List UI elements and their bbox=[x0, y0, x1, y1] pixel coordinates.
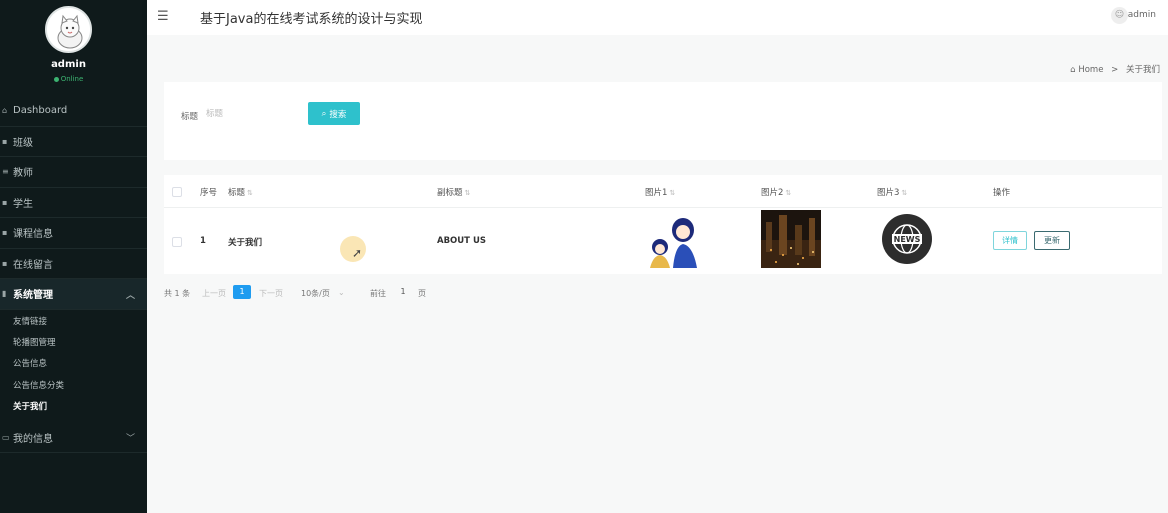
card-icon: ▭ bbox=[2, 432, 10, 442]
sidebar-item-system[interactable]: ▮ 系统管理 ︿ bbox=[0, 279, 147, 310]
column-header-label: 副标题 bbox=[437, 188, 463, 198]
row-subtitle: ABOUT US bbox=[437, 236, 486, 246]
sidebar-item-label: 班级 bbox=[13, 137, 33, 149]
submenu-item-carousel[interactable]: 轮播图管理 bbox=[0, 333, 147, 354]
breadcrumb: ⌂ Home > 关于我们 bbox=[1070, 63, 1160, 75]
grid-icon: ▪ bbox=[2, 136, 8, 146]
next-page-button[interactable]: 下一页 bbox=[259, 288, 283, 299]
sidebar: admin Online ⌂ Dashboard ▪ 班级 ≡ 教师 ▪ 学生 … bbox=[0, 0, 147, 513]
page-unit-label: 页 bbox=[418, 289, 426, 298]
chevron-down-icon: ﹀ bbox=[125, 434, 135, 445]
column-header-image3[interactable]: 图片3 ⇅ bbox=[877, 186, 907, 198]
column-header-label: 图片2 bbox=[761, 188, 784, 198]
grid-icon: ▪ bbox=[2, 228, 8, 238]
home-icon: ⌂ bbox=[2, 106, 8, 116]
top-avatar-icon[interactable]: ☺ bbox=[1111, 7, 1128, 24]
breadcrumb-separator: > bbox=[1111, 65, 1119, 75]
top-bar: ☰ 基于Java的在线考试系统的设计与实现 ☺ admin bbox=[147, 0, 1168, 35]
search-input[interactable] bbox=[206, 104, 301, 122]
sidebar-item-label: 系统管理 bbox=[13, 290, 53, 302]
sidebar-item-course[interactable]: ▪ 课程信息 bbox=[0, 218, 147, 249]
column-header-label: 图片3 bbox=[877, 188, 900, 198]
sidebar-item-my-info[interactable]: ▭ 我的信息 ﹀ bbox=[0, 422, 147, 453]
update-button[interactable]: 更新 bbox=[1034, 231, 1070, 250]
search-button-label: 搜索 bbox=[329, 108, 347, 119]
sidebar-item-student[interactable]: ▪ 学生 bbox=[0, 188, 147, 218]
table-header: 序号 标题 ⇅ 副标题 ⇅ 图片1 ⇅ 图片2 ⇅ 图片3 ⇅ 操作 bbox=[164, 175, 1162, 208]
sort-icon[interactable]: ⇅ bbox=[901, 189, 907, 197]
mouse-cursor-icon: ➚ bbox=[352, 246, 363, 260]
sidebar-item-class[interactable]: ▪ 班级 bbox=[0, 127, 147, 157]
column-header-actions: 操作 bbox=[993, 188, 1011, 198]
row-title: 关于我们 bbox=[228, 238, 263, 248]
home-icon: ⌂ bbox=[1070, 65, 1076, 75]
sidebar-item-teacher[interactable]: ≡ 教师 bbox=[0, 157, 147, 188]
bar-chart-icon: ▮ bbox=[2, 289, 7, 299]
online-dot-icon bbox=[53, 76, 59, 82]
sort-icon[interactable]: ⇅ bbox=[785, 189, 791, 197]
city-night-image[interactable] bbox=[761, 210, 821, 268]
user-icon: ▪ bbox=[2, 197, 8, 207]
sidebar-item-label: 我的信息 bbox=[13, 433, 53, 445]
column-header-index: 序号 bbox=[200, 188, 218, 198]
user-name: admin bbox=[51, 59, 86, 70]
chevron-up-icon: ︿ bbox=[125, 291, 135, 301]
user-avatar bbox=[45, 6, 92, 53]
column-header-image2[interactable]: 图片2 ⇅ bbox=[761, 186, 791, 198]
table-row: 1 关于我们 ABOUT US NEWS 详情 更新 bbox=[164, 208, 1162, 274]
column-header-label: 标题 bbox=[228, 188, 246, 198]
sidebar-item-dashboard[interactable]: ⌂ Dashboard bbox=[0, 96, 147, 127]
sidebar-item-label: 学生 bbox=[13, 198, 33, 210]
sort-icon[interactable]: ⇅ bbox=[465, 189, 471, 197]
goto-label: 前往 bbox=[370, 289, 386, 298]
sidebar-item-message[interactable]: ▪ 在线留言 bbox=[0, 249, 147, 279]
sort-icon[interactable]: ⇅ bbox=[669, 189, 675, 197]
search-button[interactable]: ⌕ 搜索 bbox=[308, 102, 360, 125]
search-label: 标题 bbox=[181, 112, 199, 122]
news-text: NEWS bbox=[894, 235, 921, 244]
user-status-text: Online bbox=[60, 75, 84, 83]
list-icon: ≡ bbox=[2, 167, 9, 177]
user-status: Online bbox=[0, 75, 137, 83]
sidebar-menu: ⌂ Dashboard ▪ 班级 ≡ 教师 ▪ 学生 ▪ 课程信息 ▪ 在线留言… bbox=[0, 96, 147, 453]
page-size-select[interactable]: 10条/页 bbox=[301, 288, 330, 299]
detail-button[interactable]: 详情 bbox=[993, 231, 1027, 250]
goto-page-input[interactable]: 1 bbox=[393, 285, 413, 299]
main-content: ⌂ Home > 关于我们 标题 ⌕ 搜索 序号 标题⇅ 副标题⇅ 图片1⇅ 图… bbox=[147, 35, 1168, 513]
pagination-total: 共 1 条 bbox=[164, 289, 191, 298]
select-all-checkbox[interactable] bbox=[172, 187, 182, 197]
system-submenu: 友情链接 轮播图管理 公告信息 公告信息分类 关于我们 bbox=[0, 310, 147, 423]
message-icon: ▪ bbox=[2, 258, 8, 268]
column-header-title[interactable]: 标题 ⇅ bbox=[228, 186, 253, 198]
sidebar-item-label: 课程信息 bbox=[13, 229, 53, 241]
column-header-label: 图片1 bbox=[645, 188, 668, 198]
sidebar-item-label: Dashboard bbox=[13, 105, 68, 117]
column-header-image1[interactable]: 图片1 ⇅ bbox=[645, 186, 675, 198]
page-number[interactable]: 1 bbox=[233, 285, 251, 299]
news-globe-image[interactable]: NEWS bbox=[877, 210, 937, 268]
breadcrumb-current: 关于我们 bbox=[1125, 65, 1160, 75]
submenu-item-notice[interactable]: 公告信息 bbox=[0, 354, 147, 375]
prev-page-button[interactable]: 上一页 bbox=[202, 288, 226, 299]
top-user-name[interactable]: admin bbox=[1128, 10, 1156, 20]
cat-avatar-icon bbox=[47, 8, 90, 51]
search-panel: 标题 ⌕ 搜索 bbox=[164, 82, 1162, 160]
column-header-subtitle[interactable]: 副标题 ⇅ bbox=[437, 186, 470, 198]
sidebar-item-label: 教师 bbox=[13, 168, 33, 180]
chevron-down-icon[interactable]: ⌄ bbox=[338, 288, 345, 297]
submenu-item-notice-category[interactable]: 公告信息分类 bbox=[0, 376, 147, 397]
cartoon-girls-image[interactable] bbox=[645, 210, 705, 268]
sidebar-item-label: 在线留言 bbox=[13, 259, 53, 271]
search-icon: ⌕ bbox=[321, 108, 327, 118]
data-table: 序号 标题 ⇅ 副标题 ⇅ 图片1 ⇅ 图片2 ⇅ 图片3 ⇅ 操作 1 关于我们 ABO… bbox=[164, 175, 1162, 274]
menu-toggle-icon[interactable]: ☰ bbox=[157, 9, 169, 24]
submenu-item-about[interactable]: 关于我们 bbox=[0, 397, 147, 418]
row-index: 1 bbox=[200, 236, 206, 246]
sort-icon[interactable]: ⇅ bbox=[247, 189, 253, 197]
row-checkbox[interactable] bbox=[172, 237, 182, 247]
submenu-item-links[interactable]: 友情链接 bbox=[0, 312, 147, 333]
app-title: 基于Java的在线考试系统的设计与实现 bbox=[200, 12, 423, 27]
breadcrumb-home[interactable]: Home bbox=[1078, 65, 1103, 75]
